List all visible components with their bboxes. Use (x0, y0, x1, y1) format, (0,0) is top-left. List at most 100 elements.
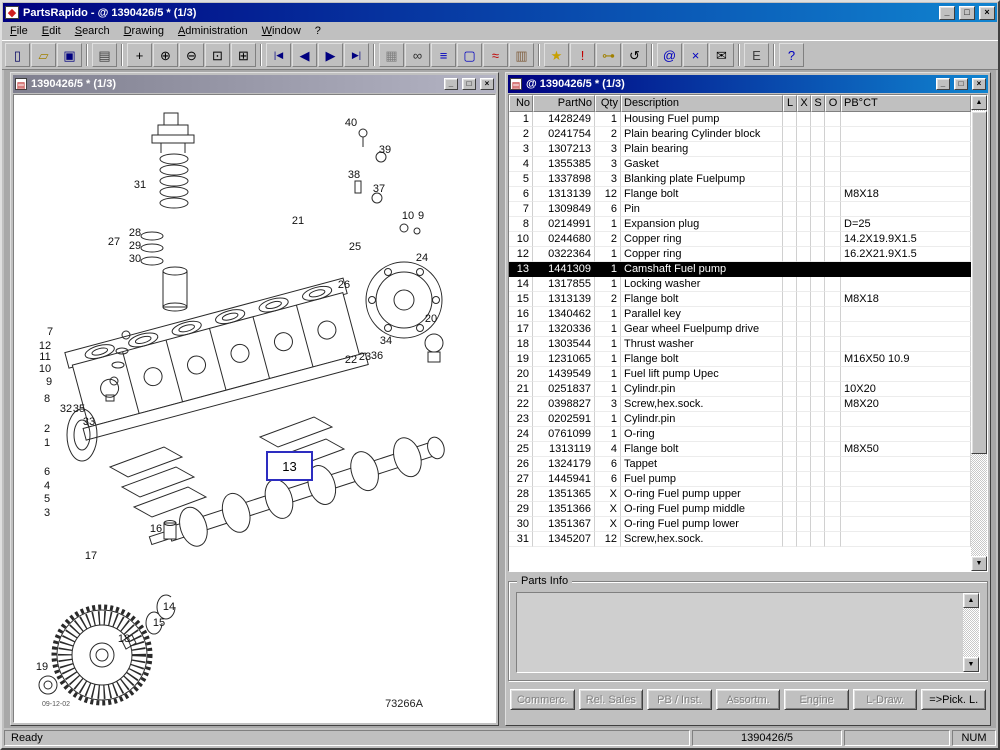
callout-17[interactable]: 17 (85, 550, 97, 562)
parts-close-button[interactable]: × (972, 78, 986, 90)
menu-drawing[interactable]: Drawing (117, 23, 171, 39)
table-scrollbar[interactable]: ▲ ▼ (971, 95, 987, 571)
first-page-button[interactable]: |◀ (266, 43, 291, 67)
mail-button[interactable]: ✉ (709, 43, 734, 67)
parts-info-scrollbar[interactable]: ▲ ▼ (963, 593, 979, 672)
menu-file[interactable]: File (3, 23, 35, 39)
table-row[interactable]: 2014395491Fuel lift pump Upec (509, 367, 971, 382)
grid-button[interactable]: ▦ (379, 43, 404, 67)
callout-19[interactable]: 19 (36, 661, 48, 673)
callout-6[interactable]: 6 (44, 466, 50, 478)
table-row[interactable]: 2102518371Cylindr.pin10X20 (509, 382, 971, 397)
list-button[interactable]: ≡ (431, 43, 456, 67)
action-pb-inst[interactable]: PB / Inst. (647, 689, 712, 710)
highlighted-callout[interactable]: 13 (266, 451, 313, 481)
table-row[interactable]: 31134520712Screw,hex.sock. (509, 532, 971, 547)
menu-window[interactable]: Window (255, 23, 308, 39)
scroll-up-icon[interactable]: ▲ (971, 95, 987, 110)
callout-23[interactable]: 23 (359, 351, 371, 363)
drawing-minimize-button[interactable]: _ (444, 78, 458, 90)
column-header-pbct[interactable]: PB°CT (841, 95, 971, 112)
parts-info-scroll-track[interactable] (963, 608, 979, 657)
help-button[interactable]: ? (779, 43, 804, 67)
callout-16[interactable]: 16 (150, 523, 162, 535)
callout-20[interactable]: 20 (425, 313, 437, 325)
table-row[interactable]: 1513131392Flange boltM8X18 (509, 292, 971, 307)
column-header-desc[interactable]: Description (621, 95, 783, 112)
table-row[interactable]: 1613404621Parallel key (509, 307, 971, 322)
callout-39[interactable]: 39 (379, 144, 391, 156)
callout-28[interactable]: 28 (129, 227, 141, 239)
column-header-part[interactable]: PartNo (533, 95, 595, 112)
table-row[interactable]: 301351367XO-ring Fuel pump lower (509, 517, 971, 532)
action-pick-l[interactable]: =>Pick. L. (921, 689, 986, 710)
export-button[interactable]: E (744, 43, 769, 67)
table-row[interactable]: 2203988273Screw,hex.sock.M8X20 (509, 397, 971, 412)
column-header-x[interactable]: X (797, 95, 811, 112)
callout-34[interactable]: 34 (380, 335, 392, 347)
table-row[interactable]: 1203223641Copper ring16.2X21.9X1.5 (509, 247, 971, 262)
column-header-no[interactable]: No (509, 95, 533, 112)
table-row[interactable]: 1713203361Gear wheel Fuelpump drive (509, 322, 971, 337)
table-row[interactable]: 802149911Expansion plugD=25 (509, 217, 971, 232)
clipboard-button[interactable]: ▥ (509, 43, 534, 67)
parts-minimize-button[interactable]: _ (936, 78, 950, 90)
info-button[interactable]: ! (570, 43, 595, 67)
refresh-button[interactable]: ↺ (622, 43, 647, 67)
action-assortm[interactable]: Assortm. (716, 689, 781, 710)
table-row[interactable]: 2302025911Cylindr.pin (509, 412, 971, 427)
callout-7[interactable]: 7 (47, 326, 53, 338)
callout-30[interactable]: 30 (129, 253, 141, 265)
callout-32[interactable]: 32 (60, 403, 72, 415)
table-row[interactable]: 202417542Plain bearing Cylinder block (509, 127, 971, 142)
action-commerc[interactable]: Commerc. (510, 689, 575, 710)
table-row[interactable]: 1813035441Thrust washer (509, 337, 971, 352)
menu-administration[interactable]: Administration (171, 23, 255, 39)
callout-22[interactable]: 22 (345, 354, 357, 366)
scroll-thumb[interactable] (971, 111, 987, 454)
favorites-button[interactable]: ★ (544, 43, 569, 67)
zoom-fit-button[interactable]: ⊞ (231, 43, 256, 67)
callout-36[interactable]: 36 (371, 350, 383, 362)
table-row[interactable]: 313072133Plain bearing (509, 142, 971, 157)
callout-37[interactable]: 37 (373, 183, 385, 195)
callout-2[interactable]: 2 (44, 423, 50, 435)
pan-button[interactable]: + (127, 43, 152, 67)
scroll-down-icon[interactable]: ▼ (971, 556, 987, 571)
action-rel-sales[interactable]: Rel. Sales (579, 689, 644, 710)
print-button[interactable]: ▤ (92, 43, 117, 67)
zoom-out-button[interactable]: ⊖ (179, 43, 204, 67)
callout-8[interactable]: 8 (44, 393, 50, 405)
drawing-close-button[interactable]: × (480, 78, 494, 90)
table-row[interactable]: 513378983Blanking plate Fuelpump (509, 172, 971, 187)
callout-26[interactable]: 26 (338, 279, 350, 291)
table-row[interactable]: 1413178551Locking washer (509, 277, 971, 292)
table-row[interactable]: 2407610991O-ring (509, 427, 971, 442)
callout-1[interactable]: 1 (44, 437, 50, 449)
table-row[interactable]: 291351366XO-ring Fuel pump middle (509, 502, 971, 517)
web-button[interactable]: @ (657, 43, 682, 67)
column-header-s[interactable]: S (811, 95, 825, 112)
callout-18[interactable]: 18 (118, 633, 130, 645)
new-button[interactable]: ▯ (5, 43, 30, 67)
table-row[interactable]: 1314413091Camshaft Fuel pump (509, 262, 971, 277)
parts-info-scroll-up-icon[interactable]: ▲ (963, 593, 979, 608)
key-button[interactable]: ⊶ (596, 43, 621, 67)
column-header-o[interactable]: O (825, 95, 841, 112)
parts-info-scroll-down-icon[interactable]: ▼ (963, 657, 979, 672)
table-row[interactable]: 6131313912Flange boltM8X18 (509, 187, 971, 202)
scroll-track[interactable] (971, 110, 987, 556)
callout-10[interactable]: 10 (39, 363, 51, 375)
last-page-button[interactable]: ▶| (344, 43, 369, 67)
callout-33[interactable]: 33 (83, 416, 95, 428)
screen-button[interactable]: ▢ (457, 43, 482, 67)
menu-help[interactable]: ? (308, 23, 328, 39)
parts-maximize-button[interactable]: □ (954, 78, 968, 90)
callout-40[interactable]: 40 (345, 117, 357, 129)
table-row[interactable]: 114282491Housing Fuel pump (509, 112, 971, 127)
close-button[interactable]: × (979, 6, 995, 20)
callout-35[interactable]: 35 (73, 403, 85, 415)
close-doc-button[interactable]: × (683, 43, 708, 67)
callout-31[interactable]: 31 (134, 179, 146, 191)
drawing-maximize-button[interactable]: □ (462, 78, 476, 90)
